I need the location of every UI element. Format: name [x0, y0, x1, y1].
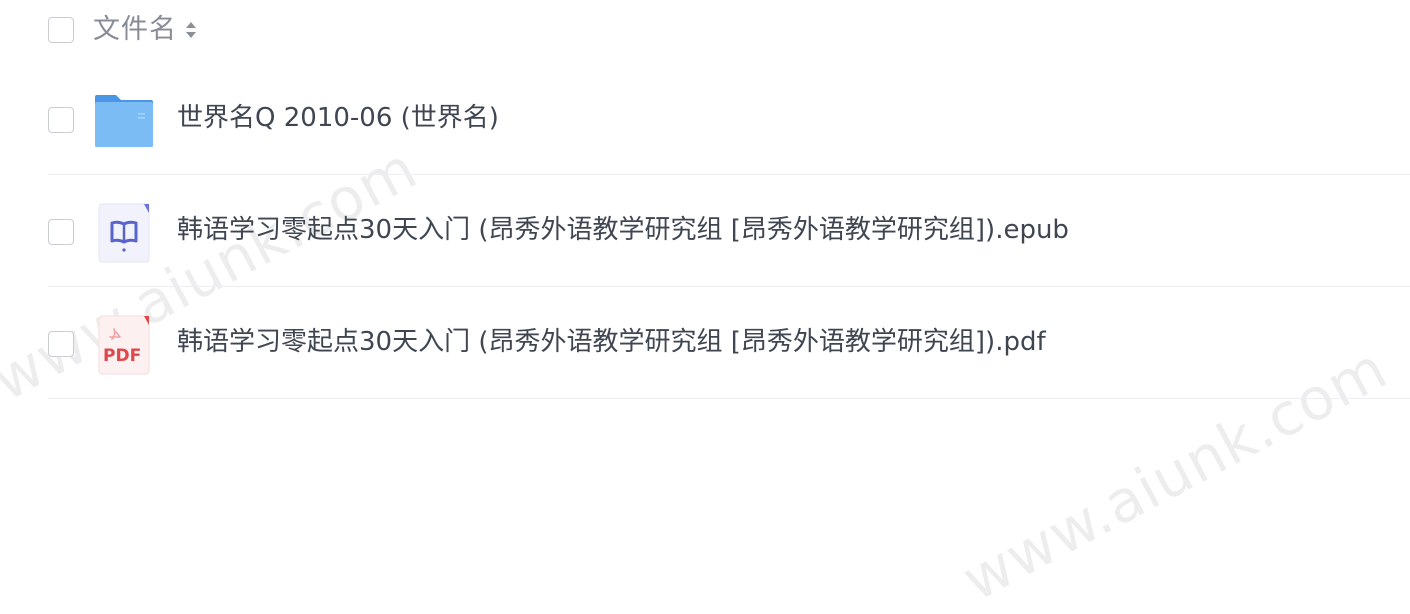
select-all-checkbox[interactable] — [48, 17, 74, 43]
list-item[interactable]: 韩语学习零起点30天入门 (昂秀外语教学研究组 [昂秀外语教学研究组]).epu… — [0, 175, 1410, 287]
row-divider — [48, 398, 1410, 399]
list-item[interactable]: PDF 韩语学习零起点30天入门 (昂秀外语教学研究组 [昂秀外语教学研究组])… — [0, 287, 1410, 399]
row-checkbox[interactable] — [48, 331, 74, 357]
pdf-icon: PDF — [98, 315, 150, 375]
list-item[interactable]: 世界名Q 2010-06 (世界名) — [0, 63, 1410, 175]
file-name[interactable]: 韩语学习零起点30天入门 (昂秀外语教学研究组 [昂秀外语教学研究组]).pdf — [177, 325, 1046, 359]
file-name[interactable]: 韩语学习零起点30天入门 (昂秀外语教学研究组 [昂秀外语教学研究组]).epu… — [177, 213, 1069, 247]
row-checkbox[interactable] — [48, 219, 74, 245]
file-name[interactable]: 世界名Q 2010-06 (世界名) — [177, 101, 499, 135]
sort-arrows-icon[interactable] — [184, 18, 198, 42]
column-header-filename[interactable]: 文件名 — [93, 13, 177, 47]
folder-icon — [95, 95, 153, 147]
pdf-icon-label: PDF — [103, 346, 141, 366]
file-list-header: 文件名 — [0, 0, 1410, 62]
epub-icon — [98, 203, 150, 263]
row-checkbox[interactable] — [48, 107, 74, 133]
